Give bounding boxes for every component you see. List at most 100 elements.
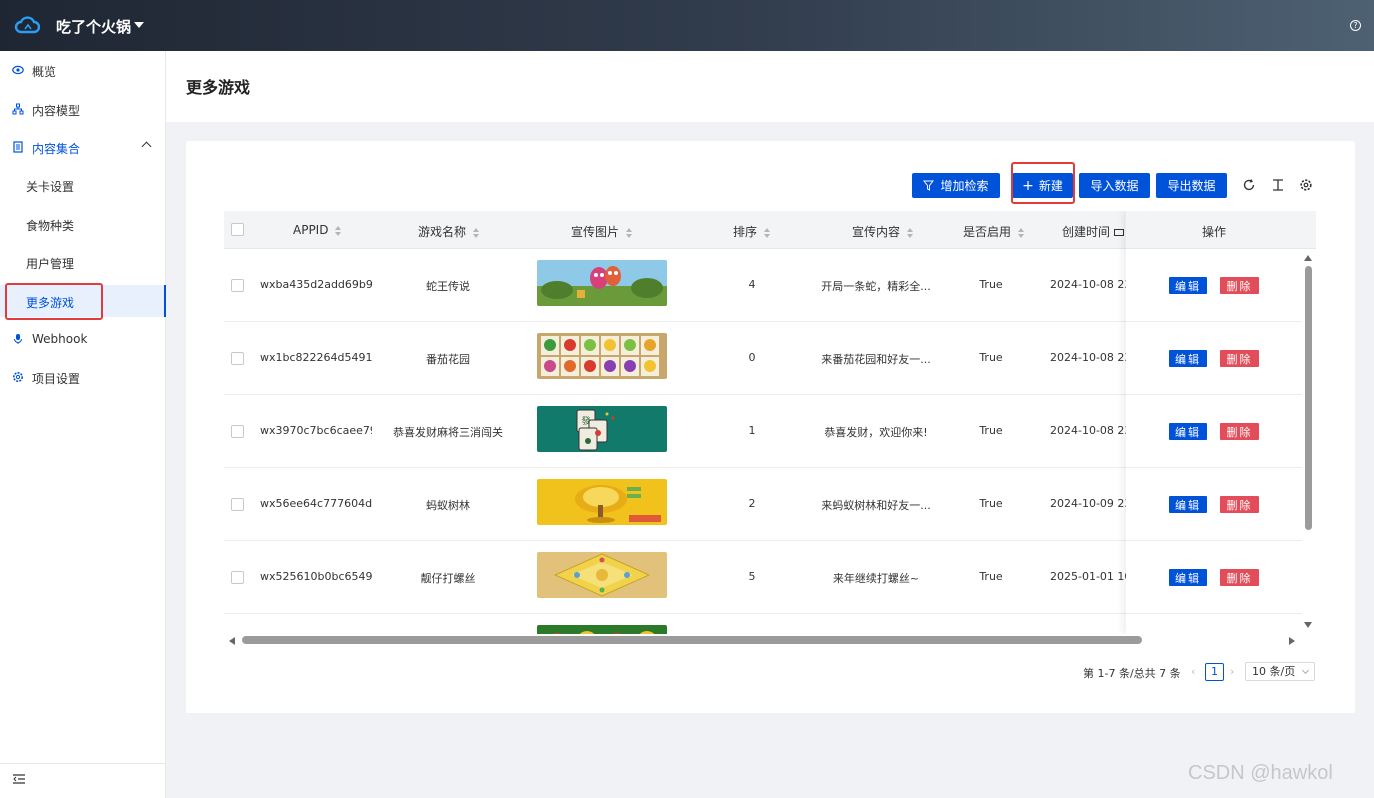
cell-content: 来年继续打螺丝~ [832, 572, 920, 585]
sort-icon[interactable] [625, 227, 633, 238]
add-filter-label: 增加检索 [940, 179, 989, 193]
cell-order: 5 [748, 570, 756, 583]
import-data-button[interactable]: 导入数据 [1079, 173, 1150, 198]
caret-down-icon[interactable] [134, 22, 144, 28]
actions-column: 操作 编辑 删除 编辑 删除 编辑 删除 编辑 删除 编辑 删除 [1126, 211, 1316, 634]
sidebar: 概览 内容模型 内容集合 关卡设置 食物种类 用户管理 更多游戏 Webhook… [0, 51, 166, 798]
cell-enabled: True [979, 351, 1003, 364]
vertical-scrollbar[interactable] [1305, 266, 1312, 530]
import-label: 导入数据 [1090, 179, 1139, 193]
chevron-up-icon[interactable] [141, 141, 152, 152]
delete-button[interactable]: 删除 [1220, 277, 1259, 294]
row-checkbox[interactable] [231, 571, 244, 584]
delete-button[interactable]: 删除 [1220, 350, 1259, 367]
delete-button[interactable]: 删除 [1220, 496, 1259, 513]
scroll-left-arrow-icon[interactable] [229, 637, 235, 645]
cloud-logo-icon[interactable] [14, 14, 40, 36]
add-filter-button[interactable]: 增加检索 [912, 173, 1000, 198]
cell-content: 来蚂蚁树林和好友一... [821, 499, 931, 512]
promo-image[interactable]: 發 [537, 406, 667, 452]
sidebar-item-label: 关卡设置 [26, 180, 75, 194]
promo-image[interactable] [537, 625, 667, 634]
export-label: 导出数据 [1167, 179, 1216, 193]
watermark: CSDN @hawkol [1188, 762, 1333, 784]
select-all-checkbox[interactable] [231, 223, 244, 236]
row-checkbox[interactable] [231, 279, 244, 292]
promo-image[interactable] [537, 552, 667, 598]
cell-content: 开局一条蛇，精彩全... [821, 280, 931, 293]
column-header-appid[interactable]: APPID [293, 223, 342, 237]
page-size-value: 10 条/页 [1252, 665, 1296, 678]
settings-gear-icon[interactable] [1299, 178, 1313, 192]
cell-created: 2024-10-08 23: [1050, 424, 1126, 437]
chevron-down-icon [1301, 666, 1310, 675]
column-header-order[interactable]: 排序 [733, 223, 771, 240]
column-header-content[interactable]: 宣传内容 [852, 223, 914, 240]
cell-enabled: True [979, 424, 1003, 437]
column-height-icon[interactable] [1271, 178, 1285, 192]
eye-icon [12, 65, 24, 75]
column-header-created[interactable]: 创建时间 [1062, 223, 1125, 240]
cell-appid: wx1bc822264d549173 [260, 351, 372, 364]
cell-name: 蛇王传说 [426, 280, 470, 293]
sidebar-item-label: Webhook [32, 332, 88, 346]
cell-name: 靓仔打螺丝 [420, 572, 476, 585]
cell-content: 恭喜发财，欢迎你来! [824, 426, 928, 439]
cell-created: 2024-10-09 23: [1050, 497, 1126, 510]
refresh-icon[interactable] [1242, 178, 1256, 192]
sort-icon[interactable] [763, 227, 771, 238]
column-header-enabled[interactable]: 是否启用 [963, 223, 1025, 240]
sidebar-item-content-model[interactable]: 内容模型 [0, 93, 166, 125]
sort-icon[interactable] [1017, 227, 1025, 238]
cell-appid: wx3970c7bc6caee794 [260, 424, 372, 437]
actions-row: 编辑 删除 [1126, 468, 1302, 541]
question-circle-icon[interactable]: ? [1350, 20, 1361, 31]
sort-icon[interactable] [906, 227, 914, 238]
edit-button[interactable]: 编辑 [1169, 423, 1207, 440]
sort-icon[interactable] [334, 225, 342, 236]
edit-button[interactable]: 编辑 [1169, 350, 1207, 367]
edit-button[interactable]: 编辑 [1169, 277, 1207, 294]
sidebar-item-webhook[interactable]: Webhook [0, 323, 166, 355]
scroll-up-arrow-icon[interactable] [1304, 255, 1312, 261]
sidebar-item-food-types[interactable]: 食物种类 [0, 208, 166, 240]
delete-button[interactable]: 删除 [1220, 569, 1259, 586]
promo-image[interactable] [537, 479, 667, 525]
promo-image[interactable] [537, 260, 667, 306]
scroll-down-arrow-icon[interactable] [1304, 622, 1312, 628]
column-header-image[interactable]: 宣传图片 [571, 223, 633, 240]
row-checkbox[interactable] [231, 498, 244, 511]
sidebar-item-project-settings[interactable]: 项目设置 [0, 361, 166, 393]
promo-image[interactable] [537, 333, 667, 379]
pagination-summary: 第 1-7 条/总共 7 条 [1083, 667, 1181, 680]
next-page-button[interactable]: › [1230, 665, 1234, 678]
project-name[interactable]: 吃了个火锅 [56, 16, 131, 37]
row-checkbox[interactable] [231, 352, 244, 365]
sidebar-item-level-settings[interactable]: 关卡设置 [0, 169, 166, 201]
edit-button[interactable]: 编辑 [1169, 569, 1207, 586]
prev-page-button[interactable]: ‹ [1191, 665, 1195, 678]
edit-button[interactable]: 编辑 [1169, 496, 1207, 513]
sidebar-item-content-collection[interactable]: 内容集合 [0, 131, 166, 163]
column-header-name[interactable]: 游戏名称 [418, 223, 480, 240]
horizontal-scrollbar[interactable] [242, 636, 1142, 644]
page-1-button[interactable]: 1 [1205, 663, 1224, 681]
cell-name: 蚂蚁树林 [426, 499, 470, 512]
column-label: 排序 [733, 225, 758, 239]
collapse-menu-icon[interactable] [13, 774, 25, 784]
sidebar-item-overview[interactable]: 概览 [0, 54, 166, 86]
page-header: 更多游戏 [166, 51, 1374, 122]
delete-button[interactable]: 删除 [1220, 423, 1259, 440]
cell-created: 2024-10-08 23: [1050, 351, 1126, 364]
sidebar-item-label: 食物种类 [26, 219, 75, 233]
sort-icon[interactable] [472, 227, 480, 238]
actions-row: 编辑 删除 [1126, 249, 1302, 322]
scroll-right-arrow-icon[interactable] [1289, 637, 1295, 645]
export-data-button[interactable]: 导出数据 [1156, 173, 1227, 198]
row-checkbox[interactable] [231, 425, 244, 438]
column-label: 创建时间 [1062, 225, 1111, 239]
actions-row: 编辑 删除 [1126, 322, 1302, 395]
page-size-select[interactable]: 10 条/页 [1245, 662, 1315, 681]
actions-header: 操作 [1126, 211, 1316, 249]
sidebar-item-user-management[interactable]: 用户管理 [0, 246, 166, 278]
